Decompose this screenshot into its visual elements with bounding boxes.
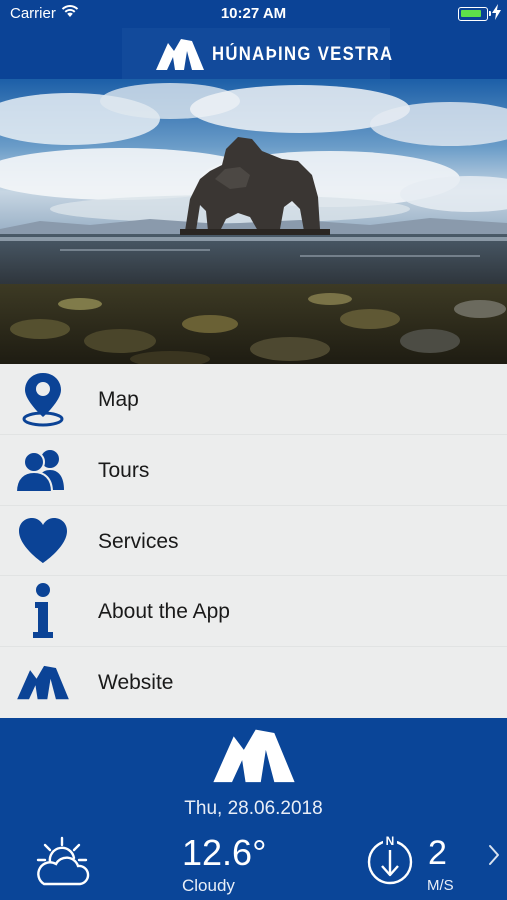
menu-item-about[interactable]: About the App — [0, 576, 507, 648]
menu-item-services[interactable]: Services — [0, 506, 507, 577]
app-header: HÚNAÞING VESTRA — [0, 28, 507, 79]
temperature-value: 12.6° — [182, 832, 267, 873]
weather-date: Thu, 28.06.2018 — [184, 798, 323, 819]
chevron-right-icon[interactable] — [488, 844, 500, 871]
cloudy-sun-icon — [34, 836, 94, 893]
menu-item-label: Services — [98, 529, 179, 553]
weather-panel: Thu, 28.06.2018 12.6° Cloudy N 2 M/S — [0, 718, 507, 900]
status-bar: Carrier 10:27 AM — [0, 0, 507, 28]
weather-condition: Cloudy — [182, 876, 235, 895]
info-icon — [14, 583, 72, 639]
brand-logo: HÚNAÞING VESTRA — [122, 28, 394, 79]
battery-fill — [461, 10, 481, 17]
hero-image — [0, 79, 507, 364]
wind-compass-icon: N — [365, 834, 415, 891]
brand-mountain-icon — [210, 726, 298, 789]
status-time: 10:27 AM — [220, 5, 287, 22]
wind-speed-value: 2 — [428, 834, 447, 872]
menu-item-label: Map — [98, 388, 139, 411]
menu-item-map[interactable]: Map — [0, 364, 507, 435]
menu-item-website[interactable]: Website — [0, 647, 507, 718]
charging-bolt-icon — [492, 4, 501, 25]
brand-mountain-icon — [14, 654, 72, 710]
wind-unit: M/S — [427, 877, 454, 894]
battery-icon — [458, 7, 491, 21]
heart-icon — [14, 513, 72, 569]
brand-name: HÚNAÞING VESTRA — [212, 44, 394, 65]
svg-text:N: N — [386, 834, 395, 848]
map-pin-icon — [14, 371, 72, 427]
main-menu: Map Tours Services About the App Website — [0, 364, 507, 718]
people-icon — [14, 442, 72, 498]
menu-item-label: Tours — [98, 458, 150, 482]
menu-item-tours[interactable]: Tours — [0, 435, 507, 506]
brand-mountain-icon — [154, 37, 206, 76]
menu-item-label: Website — [98, 671, 174, 695]
menu-item-label: About the App — [98, 600, 230, 624]
